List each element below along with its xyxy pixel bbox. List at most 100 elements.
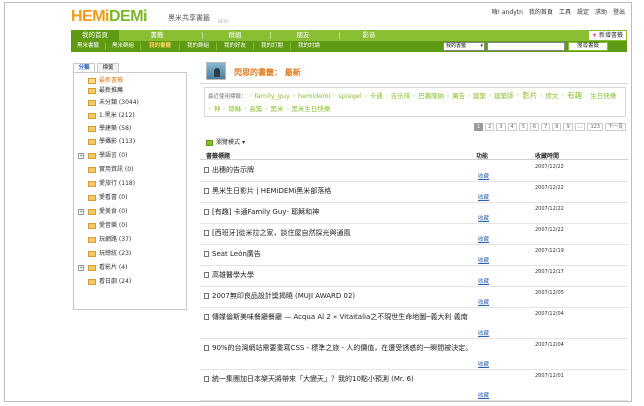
tag-link[interactable]: ◦ 神 [208,105,220,113]
subnav-hemi-bookmarks[interactable]: 黑米書籤 [71,41,105,52]
page-link[interactable]: 8 [552,123,562,131]
collect-link[interactable]: 收藏 [478,298,489,306]
search-scope-select[interactable]: 我的書籤 ▾ [443,42,485,51]
bookmark-icon [204,293,209,299]
tab-tags[interactable]: 標籤 [97,63,119,72]
table-row: 傳媒倫斯美味餐廳餐廳 — Acqua Al 2 « Vitaitalia之不現世… [200,308,628,339]
tag-link[interactable]: ◦ 德文 [540,92,559,100]
bookmark-title-link[interactable]: 傳媒倫斯美味餐廳餐廳 — Acqua Al 2 « Vitaitalia之不現世… [212,311,474,323]
tag-link[interactable]: ◦ 黑米 [264,105,283,113]
sidebar-category-label: 學語言 (0) [99,152,128,159]
help-link[interactable]: 求助 [595,7,607,16]
tag-link[interactable]: ◦ 影片 [516,91,538,100]
tab-my-home[interactable]: 我的首頁 [71,30,119,41]
search-button[interactable]: 搜尋書籤 [568,42,608,51]
collect-link[interactable]: 收藏 [478,391,489,399]
bookmark-title-link[interactable]: [西班牙]從米拉之家，談住屋自然採光與通風 [212,227,474,239]
bookmark-title-link[interactable]: 出穗的告示牌 [212,164,474,176]
page-link[interactable]: 123 [587,123,603,131]
tag-link[interactable]: ◦ spiegel [332,92,361,100]
page-link[interactable]: 1 [473,123,484,131]
tag-link[interactable]: ◦ 建築 [467,92,486,100]
tag-link[interactable]: ◦ family_guy [249,92,290,100]
bookmark-title-link[interactable]: 90%的台灣網站需要重寫CSS - 標準之旅 - 人的價值，在遭受誘惑的一瞬間被… [212,342,474,354]
page-link[interactable]: 5 [518,123,528,131]
site-logo[interactable]: HEMiDEMi [71,8,148,26]
subnav-hemi-groups[interactable]: 黑米群組 [106,41,140,52]
settings-link[interactable]: 設定 [577,7,589,16]
page-link[interactable]: 2 [485,123,495,131]
bookmark-date: 2007/12/04 [535,342,564,348]
bookmark-icon [204,314,209,320]
page-link[interactable]: 9 [563,123,573,131]
collect-link[interactable]: 收藏 [478,277,489,285]
tools-link[interactable]: 工具 [559,7,571,16]
subnav-my-groups[interactable]: 我的群組 [180,41,216,52]
tag-link[interactable]: ◦ 建築師 [488,92,513,100]
bookmark-title-link[interactable]: 2007無印良品設計獎揭曉 (MUJI AWARD 02) [212,290,474,302]
tag-link[interactable]: ◦ 黑米生日快樂 [285,105,330,113]
bookmark-title-link[interactable]: 黑米生日影片 | HEMiDEMi黑米部落格 [212,185,474,197]
recent-tags: 最近使用標籤： ◦ family_guy ◦ hemidemi ◦ spiege… [204,87,626,117]
expand-icon[interactable]: + [78,265,84,271]
collect-link[interactable]: 收藏 [478,235,489,243]
tag-link[interactable]: ◦ 生日快樂 [584,92,616,100]
folder-icon [88,167,96,173]
tag-link[interactable]: ◦ 高築 [243,105,262,113]
bookmark-title-link[interactable]: [有趣] 卡通Family Guy- 耶穌和神 [212,206,474,218]
collect-link[interactable]: 收藏 [478,360,489,368]
table-row: 90%的台灣網站需要重寫CSS - 標準之旅 - 人的價值，在遭受誘惑的一瞬間被… [200,339,628,370]
table-row: [有趣] 卡通Family Guy- 耶穌和神 收藏 2007/12/22 [200,203,628,224]
folder-icon [88,126,96,132]
page-link[interactable]: 4 [507,123,517,131]
subnav-my-friends[interactable]: 我的好友 [217,41,253,52]
sidebar-category-label: 看影片 (4) [99,264,128,271]
tag-link[interactable]: ◦ 吉示排 [385,92,410,100]
chevron-down-icon: ▾ [480,43,483,49]
tag-link[interactable]: ◦ hemidemi [292,92,330,100]
tag-link[interactable]: ◦ 巴塞隆納 [412,92,444,100]
tab-media[interactable]: 影音 [345,30,393,41]
sidebar: 分類 標籤 最新書籤 最新推薦 未分類 (3044) 1.黑米 (212) 學建築 (5… [71,60,189,400]
tag-link[interactable]: ◦ 廣告 [446,92,465,100]
site-subtitle: 黑米共享書籤 [168,14,210,22]
collect-link[interactable]: 收藏 [478,329,489,337]
collect-link[interactable]: 收藏 [478,256,489,264]
expand-icon[interactable]: + [78,153,84,159]
folder-icon [88,265,96,271]
my-home-link[interactable]: 我的首頁 [529,7,553,16]
view-mode-toggle[interactable]: 瀏覽模式 ▾ [206,137,245,146]
subnav-my-subscriptions[interactable]: 我的訂閱 [254,41,290,52]
tag-link[interactable]: ◦ 卡通 [364,92,383,100]
tab-categories[interactable]: 分類 [73,63,95,72]
caret-down-icon: ▾ [241,139,245,146]
tab-bookmarks[interactable]: 書籤 [133,30,181,41]
column-title: 書籤標題 [206,153,231,160]
avatar[interactable] [206,62,226,80]
page-link[interactable]: 3 [496,123,506,131]
sidebar-category-label: 最新推薦 [99,87,124,94]
page-link[interactable]: 7 [541,123,551,131]
subnav-my-discussions[interactable]: 我的討論 [291,41,327,52]
tab-friends[interactable]: 朋友 [279,30,327,41]
expand-icon[interactable]: + [78,209,84,215]
bookmark-title-link[interactable]: Seat León廣告 [212,248,474,260]
search-input[interactable] [487,42,565,51]
new-bookmark-button[interactable]: + 新增書籤 [588,30,627,41]
page-link[interactable]: 下一頁 [604,123,626,131]
logout-link[interactable]: 登出 [613,7,625,16]
page-link[interactable]: 6 [529,123,540,131]
tag-link[interactable]: ◦ 有趣 [561,91,583,100]
bookmark-title-link[interactable]: 高雄醫學大學 [212,269,474,281]
tag-link[interactable]: ◦ 耶穌 [222,105,241,113]
greeting-link[interactable]: 嗨! andytn [492,7,523,16]
collect-link[interactable]: 收藏 [478,172,489,180]
folder-icon [88,251,96,257]
collect-link[interactable]: 收藏 [478,214,489,222]
table-row: 統一集團加日本樂天將帶來「大變天」？我的10點小預測 (Mr. 6) 收藏 2007… [200,370,628,401]
nav-divider [339,32,340,39]
bookmark-title-link[interactable]: 統一集團加日本樂天將帶來「大變天」？我的10點小預測 (Mr. 6) [212,373,474,385]
subnav-my-bookmarks[interactable]: 我的書籤 [141,41,179,52]
tab-groups[interactable]: 群組 [211,30,259,41]
collect-link[interactable]: 收藏 [478,193,489,201]
